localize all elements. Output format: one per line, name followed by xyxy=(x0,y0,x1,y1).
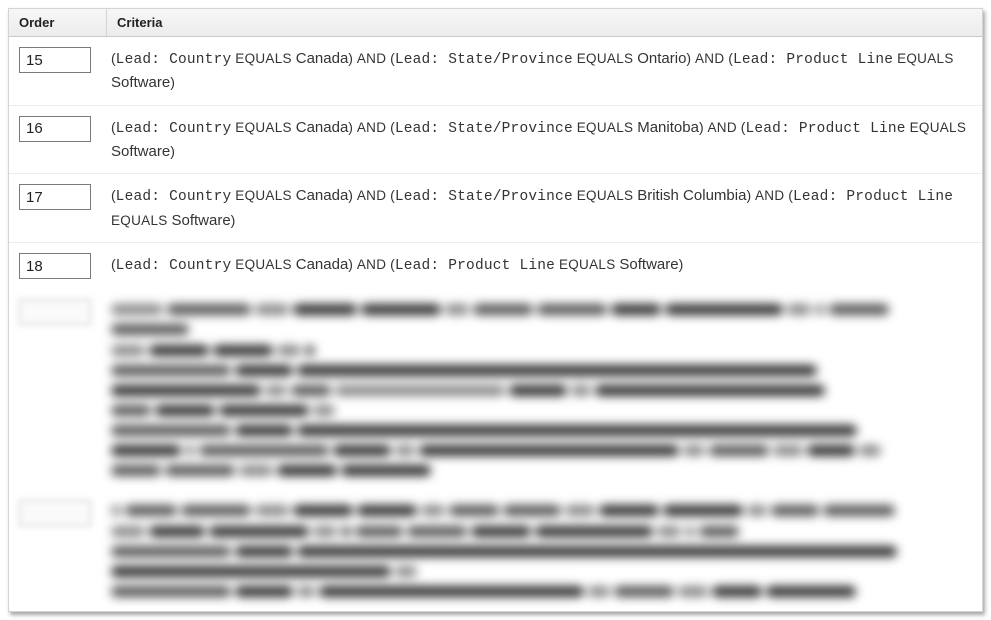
criteria-text: (Lead: Country EQUALS Canada) AND (Lead:… xyxy=(107,251,982,281)
cell-order xyxy=(9,251,107,281)
order-input[interactable] xyxy=(19,253,91,279)
order-input-obscured xyxy=(19,299,91,325)
criteria-obscured xyxy=(107,498,982,603)
column-header-order: Order xyxy=(9,9,107,36)
table-row-obscured xyxy=(9,289,982,490)
order-input[interactable] xyxy=(19,116,91,142)
table-row: (Lead: Country EQUALS Canada) AND (Lead:… xyxy=(9,106,982,175)
criteria-text: (Lead: Country EQUALS Canada) AND (Lead:… xyxy=(107,182,982,234)
cell-order xyxy=(9,182,107,234)
criteria-obscured xyxy=(107,297,982,482)
cell-order xyxy=(9,45,107,97)
order-input-obscured xyxy=(19,500,91,526)
order-input[interactable] xyxy=(19,47,91,73)
table-row: (Lead: Country EQUALS Canada) AND (Lead:… xyxy=(9,37,982,106)
table-row: (Lead: Country EQUALS Canada) AND (Lead:… xyxy=(9,243,982,289)
table-header: Order Criteria xyxy=(9,9,982,37)
criteria-text: (Lead: Country EQUALS Canada) AND (Lead:… xyxy=(107,114,982,166)
table-row-obscured xyxy=(9,490,982,611)
table-row: (Lead: Country EQUALS Canada) AND (Lead:… xyxy=(9,174,982,243)
column-header-criteria: Criteria xyxy=(107,9,982,36)
rules-table: Order Criteria (Lead: Country EQUALS Can… xyxy=(8,8,983,612)
cell-order xyxy=(9,114,107,166)
order-input[interactable] xyxy=(19,184,91,210)
criteria-text: (Lead: Country EQUALS Canada) AND (Lead:… xyxy=(107,45,982,97)
